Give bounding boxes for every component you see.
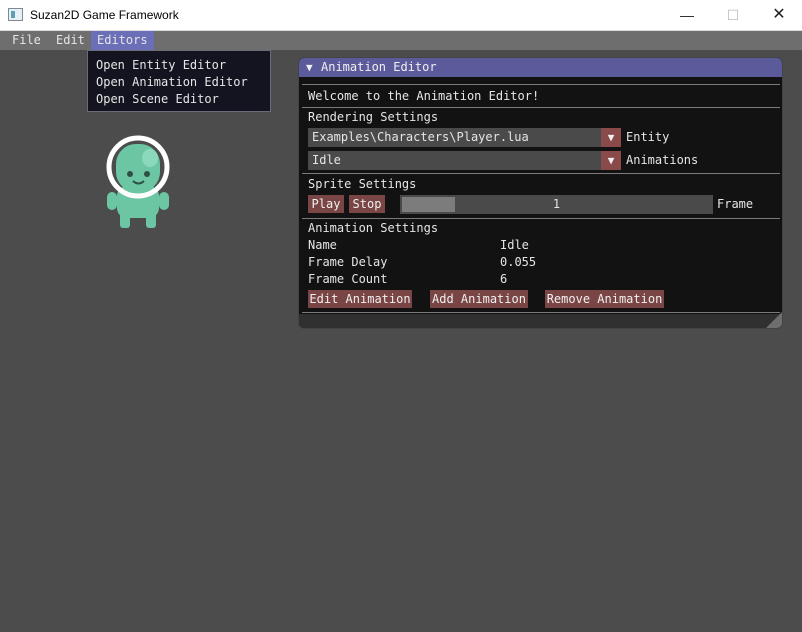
name-value: Idle bbox=[500, 238, 529, 252]
menu-open-entity-editor[interactable]: Open Entity Editor bbox=[96, 57, 226, 74]
frame-delay-value: 0.055 bbox=[500, 255, 537, 269]
stop-button[interactable]: Stop bbox=[349, 195, 385, 213]
main-menu-bar: File Edit Editors bbox=[0, 31, 802, 50]
window-titlebar: Suzan2D Game Framework — ☐ ✕ bbox=[0, 0, 802, 31]
separator bbox=[302, 173, 780, 174]
separator bbox=[302, 84, 780, 85]
entity-label: Entity bbox=[626, 130, 670, 144]
frame-count-label: Frame Count bbox=[308, 272, 388, 286]
animations-combo[interactable]: Idle ▼ bbox=[308, 151, 621, 170]
menu-edit[interactable]: Edit bbox=[50, 31, 91, 50]
name-label: Name bbox=[308, 238, 337, 252]
entity-combo-value: Examples\Characters\Player.lua bbox=[312, 130, 529, 144]
frame-count-value: 6 bbox=[500, 272, 508, 286]
animations-combo-value: Idle bbox=[312, 153, 341, 167]
menu-open-animation-editor[interactable]: Open Animation Editor bbox=[96, 74, 248, 91]
animation-editor-titlebar[interactable]: ▼ Animation Editor bbox=[299, 58, 782, 77]
window-footer bbox=[299, 314, 782, 328]
separator bbox=[302, 107, 780, 108]
minimize-button[interactable]: — bbox=[664, 0, 710, 30]
close-button[interactable]: ✕ bbox=[756, 0, 802, 30]
frame-label: Frame bbox=[717, 197, 754, 211]
edit-animation-button[interactable]: Edit Animation bbox=[308, 290, 412, 308]
entity-combo[interactable]: Examples\Characters\Player.lua ▼ bbox=[308, 128, 621, 147]
editors-dropdown: Open Entity Editor Open Animation Editor… bbox=[87, 50, 271, 112]
window-title: Suzan2D Game Framework bbox=[30, 8, 179, 22]
sprite-settings-header: Sprite Settings bbox=[308, 177, 417, 191]
menu-open-scene-editor[interactable]: Open Scene Editor bbox=[96, 91, 219, 108]
collapse-icon[interactable]: ▼ bbox=[306, 58, 313, 77]
chevron-down-icon[interactable]: ▼ bbox=[601, 151, 621, 170]
play-button[interactable]: Play bbox=[308, 195, 344, 213]
app-icon bbox=[8, 8, 23, 21]
separator bbox=[302, 218, 780, 219]
remove-animation-button[interactable]: Remove Animation bbox=[545, 290, 664, 308]
animation-settings-header: Animation Settings bbox=[308, 221, 439, 235]
animations-label: Animations bbox=[626, 153, 699, 167]
menu-file[interactable]: File bbox=[6, 31, 47, 50]
maximize-button[interactable]: ☐ bbox=[710, 0, 756, 30]
menu-editors[interactable]: Editors bbox=[91, 31, 154, 50]
frame-value: 1 bbox=[552, 197, 561, 211]
chevron-down-icon[interactable]: ▼ bbox=[601, 128, 621, 147]
rendering-settings-header: Rendering Settings bbox=[308, 110, 439, 124]
frame-delay-label: Frame Delay bbox=[308, 255, 388, 269]
resize-grip-icon[interactable] bbox=[766, 312, 782, 328]
animation-editor-window: ▼ Animation Editor Welcome to the Animat… bbox=[298, 57, 783, 329]
separator bbox=[302, 312, 780, 313]
frame-slider[interactable]: 1 bbox=[400, 195, 713, 214]
animation-editor-title: Animation Editor bbox=[321, 60, 437, 74]
welcome-text: Welcome to the Animation Editor! bbox=[308, 89, 540, 103]
player-sprite bbox=[102, 134, 178, 234]
add-animation-button[interactable]: Add Animation bbox=[430, 290, 528, 308]
